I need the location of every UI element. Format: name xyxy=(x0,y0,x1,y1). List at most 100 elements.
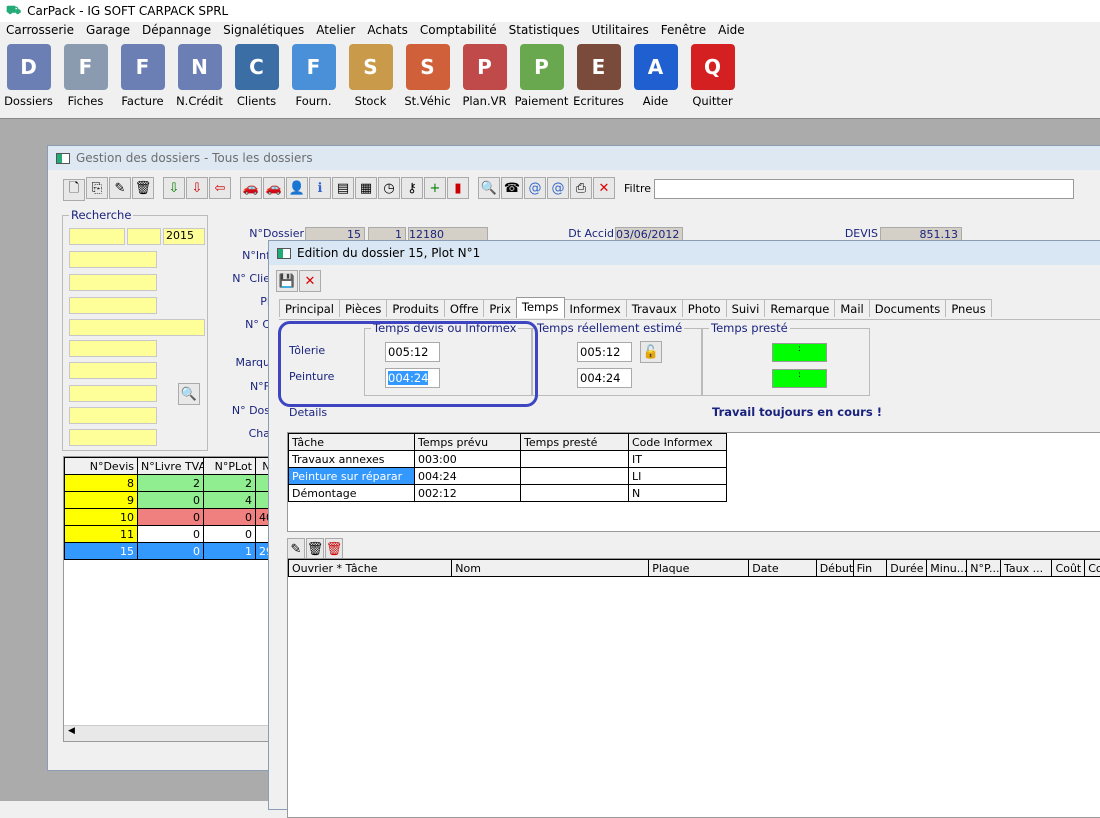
search-field[interactable] xyxy=(69,274,157,291)
search-field[interactable] xyxy=(69,251,157,268)
tab-documents[interactable]: Documents xyxy=(869,299,947,317)
tab-prix[interactable]: Prix xyxy=(483,299,516,317)
transfer-icon[interactable]: ⇦ xyxy=(209,177,231,199)
tab-temps[interactable]: Temps xyxy=(516,297,565,318)
menu-item[interactable]: Fenêtre xyxy=(655,23,712,41)
toolbar-button-stock[interactable]: SStock xyxy=(342,44,399,116)
column-header[interactable]: Comme xyxy=(1085,560,1100,577)
tab-mail[interactable]: Mail xyxy=(834,299,869,317)
menu-item[interactable]: Utilitaires xyxy=(586,23,655,41)
toolbar-button-paiement[interactable]: PPaiement xyxy=(513,44,570,116)
tab-suivi[interactable]: Suivi xyxy=(726,299,766,317)
new-icon[interactable]: 🗋 xyxy=(63,179,85,201)
toolbar-button-planvr[interactable]: PPlan.VR xyxy=(456,44,513,116)
car-icon[interactable]: 🚗 xyxy=(263,177,285,199)
info-icon[interactable]: ℹ xyxy=(309,177,331,199)
column-header[interactable]: Date xyxy=(749,560,816,577)
toolbar-button-dossiers[interactable]: DDossiers xyxy=(0,44,57,116)
column-header[interactable]: N°PLot xyxy=(204,458,256,475)
keys-icon[interactable]: ⚷ xyxy=(401,177,423,199)
tab-photo[interactable]: Photo xyxy=(682,299,727,317)
horizontal-scrollbar[interactable]: ◀ xyxy=(64,725,270,741)
calendar-icon[interactable]: ▦ xyxy=(355,177,377,199)
task-row[interactable]: Travaux annexes003:00IT xyxy=(289,451,727,468)
peinture-estime-input[interactable]: 004:24 xyxy=(577,368,632,388)
search-field[interactable] xyxy=(69,319,205,336)
toolbar-button-clients[interactable]: CClients xyxy=(228,44,285,116)
save-icon[interactable]: 💾 xyxy=(276,270,298,292)
toolbar-button-ecritures[interactable]: EEcritures xyxy=(570,44,627,116)
export-icon[interactable]: ⇩ xyxy=(186,177,208,199)
year-field[interactable]: 2015 xyxy=(163,228,205,245)
search-field[interactable] xyxy=(69,385,157,402)
grid-row[interactable]: 904 xyxy=(65,492,272,509)
grid-row[interactable]: 150129 xyxy=(65,543,272,560)
toolbar-button-quitter[interactable]: QQuitter xyxy=(684,44,741,116)
column-header[interactable]: Coût xyxy=(1051,560,1085,577)
print-icon[interactable]: ⎙ xyxy=(570,177,592,199)
column-header[interactable]: Temps prévu xyxy=(415,434,521,451)
vehicle-doc-icon[interactable]: ▤ xyxy=(332,177,354,199)
cancel-icon[interactable]: ✕ xyxy=(299,270,321,292)
car-add-icon[interactable]: 🚗 xyxy=(240,177,262,199)
delete-icon[interactable]: 🗑 xyxy=(306,538,324,560)
edit-icon[interactable]: ✎ xyxy=(109,177,131,199)
search-field[interactable] xyxy=(69,407,157,424)
tab-remarque[interactable]: Remarque xyxy=(764,299,835,317)
email-doc-icon[interactable]: @ xyxy=(547,177,569,199)
toolbar-button-fiches[interactable]: FFiches xyxy=(57,44,114,116)
tab-informex[interactable]: Informex xyxy=(564,299,627,317)
tolerie-estime-input[interactable]: 005:12 xyxy=(577,342,632,362)
column-header[interactable]: Plaque xyxy=(649,560,749,577)
copy-icon[interactable]: ⎘ xyxy=(86,177,108,199)
column-header[interactable]: Début xyxy=(816,560,853,577)
search-field[interactable] xyxy=(69,429,157,446)
toolbar-button-aide[interactable]: AAide xyxy=(627,44,684,116)
toolbar-button-facture[interactable]: FFacture xyxy=(114,44,171,116)
tab-principal[interactable]: Principal xyxy=(279,299,340,317)
column-header[interactable]: Taux ... xyxy=(1001,560,1052,577)
column-header[interactable]: N°P... xyxy=(967,560,1001,577)
import-icon[interactable]: ⇩ xyxy=(163,177,185,199)
tab-pneus[interactable]: Pneus xyxy=(945,299,991,317)
menu-item[interactable]: Atelier xyxy=(310,23,361,41)
phone-icon[interactable]: ☎ xyxy=(501,177,523,199)
menu-item[interactable]: Garage xyxy=(80,23,136,41)
menu-item[interactable]: Carrosserie xyxy=(0,23,80,41)
tab-produits[interactable]: Produits xyxy=(386,299,445,317)
column-header[interactable]: Code Informex xyxy=(629,434,727,451)
toolbar-button-fourn[interactable]: FFourn. xyxy=(285,44,342,116)
chart-icon[interactable]: ▮ xyxy=(447,177,469,199)
column-header[interactable]: Temps presté xyxy=(521,434,629,451)
menu-item[interactable]: Dépannage xyxy=(136,23,217,41)
search-field[interactable] xyxy=(127,228,161,245)
menu-item[interactable]: Achats xyxy=(361,23,414,41)
lock-icon[interactable]: 🔓 xyxy=(640,341,662,363)
toolbar-button-stvhic[interactable]: SSt.Véhic xyxy=(399,44,456,116)
delete-icon[interactable]: 🗑 xyxy=(132,177,154,199)
search-button[interactable]: 🔍 xyxy=(178,383,200,405)
delete-all-icon[interactable]: 🗑 xyxy=(325,538,343,560)
task-row[interactable]: Démontage002:12N xyxy=(289,485,727,502)
edit-icon[interactable]: ✎ xyxy=(287,538,305,560)
menu-item[interactable]: Signalétiques xyxy=(217,23,310,41)
column-header[interactable]: Durée xyxy=(887,560,927,577)
search-field[interactable] xyxy=(69,297,157,314)
clock-icon[interactable]: ◷ xyxy=(378,177,400,199)
tab-travaux[interactable]: Travaux xyxy=(626,299,683,317)
column-header[interactable]: N°Devis xyxy=(65,458,138,475)
search-icon[interactable]: 🔍 xyxy=(478,177,500,199)
person-icon[interactable]: 👤 xyxy=(286,177,308,199)
tab-offre[interactable]: Offre xyxy=(444,299,485,317)
menu-item[interactable]: Aide xyxy=(712,23,751,41)
tab-pièces[interactable]: Pièces xyxy=(339,299,387,317)
toolbar-button-ncrdit[interactable]: NN.Crédit xyxy=(171,44,228,116)
search-field[interactable] xyxy=(69,362,157,379)
column-header[interactable]: Minu... xyxy=(927,560,967,577)
email-icon[interactable]: @ xyxy=(524,177,546,199)
doc-add-icon[interactable]: + xyxy=(424,177,446,199)
column-header[interactable]: Fin xyxy=(853,560,887,577)
column-header[interactable]: Nom xyxy=(452,560,649,577)
close-icon[interactable]: ✕ xyxy=(593,177,615,199)
column-header[interactable]: Ouvrier * Tâche xyxy=(289,560,452,577)
